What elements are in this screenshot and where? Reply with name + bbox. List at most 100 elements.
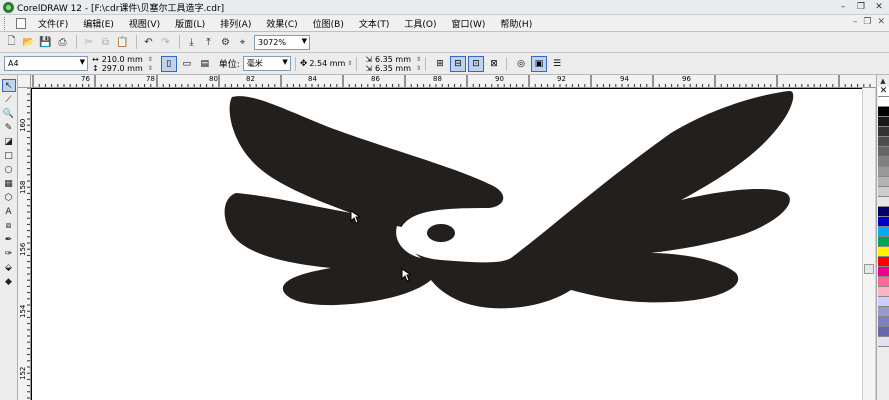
color-swatch[interactable] — [878, 107, 889, 117]
menu-text[interactable]: 文本(T) — [353, 17, 396, 30]
menu-arrange[interactable]: 排列(A) — [214, 17, 257, 30]
color-swatch[interactable] — [878, 207, 889, 217]
color-swatch[interactable] — [878, 147, 889, 157]
vertical-scrollbar[interactable] — [862, 88, 875, 400]
color-swatch[interactable] — [878, 187, 889, 197]
open-icon[interactable]: 📂 — [21, 35, 36, 50]
menu-window[interactable]: 窗口(W) — [446, 17, 492, 30]
print-icon[interactable]: ⎙ — [55, 35, 70, 50]
menu-edit[interactable]: 编辑(E) — [77, 17, 120, 30]
color-swatch[interactable] — [878, 267, 889, 277]
treat-as-filled-icon[interactable]: ◎ — [513, 56, 529, 72]
shape-tool-icon[interactable]: ⟋ — [2, 93, 16, 106]
pick-tool-icon[interactable]: ↖ — [1, 79, 16, 92]
eagle-shape[interactable] — [224, 90, 794, 309]
doc-close-icon[interactable]: ✕ — [877, 17, 885, 27]
color-swatch[interactable] — [878, 227, 889, 237]
application-launcher-icon[interactable]: ⚙ — [218, 35, 233, 50]
color-swatch[interactable] — [878, 217, 889, 227]
color-swatch[interactable] — [878, 237, 889, 247]
zoom-tool-icon[interactable]: 🔍 — [2, 107, 16, 120]
smart-fill-tool-icon[interactable]: ◪ — [2, 135, 16, 148]
outline-tool-icon[interactable]: ✑ — [2, 247, 16, 260]
menu-effects[interactable]: 效果(C) — [260, 17, 303, 30]
height-spinner-icon[interactable]: ⇕ — [148, 64, 153, 73]
width-spinner-icon[interactable]: ⇕ — [148, 55, 153, 64]
toolbar-grip[interactable] — [4, 16, 12, 30]
coreldraw-app-icon[interactable] — [3, 1, 14, 13]
interactive-blend-tool-icon[interactable]: ⧈ — [2, 219, 16, 232]
units-select[interactable]: 毫米 ▼ — [242, 56, 291, 71]
graph-paper-tool-icon[interactable]: ▦ — [2, 177, 16, 190]
zoom-level-select[interactable]: 3072% ▼ — [254, 34, 310, 50]
dup-y-spinner-icon[interactable]: ⇕ — [416, 64, 421, 73]
color-swatch[interactable] — [878, 177, 889, 187]
color-swatch[interactable] — [878, 197, 889, 207]
minimize-icon[interactable]: – — [835, 1, 851, 13]
copy-icon[interactable]: ⧉ — [98, 35, 113, 50]
color-swatch[interactable] — [878, 97, 889, 107]
text-tool-icon[interactable]: A — [2, 205, 16, 218]
horizontal-ruler[interactable]: 76 78 80 82 84 86 88 90 92 94 96 — [31, 75, 876, 88]
snap-to-grid-icon[interactable]: ⊞ — [432, 56, 448, 72]
duplicate-x-field[interactable]: 6.35 mm — [375, 55, 411, 64]
color-swatch[interactable] — [878, 287, 889, 297]
basic-shapes-tool-icon[interactable]: ⬡ — [2, 191, 16, 204]
snap-to-objects-icon[interactable]: ⊡ — [468, 55, 485, 72]
vertical-ruler[interactable]: 160 158 156 154 152 — [18, 88, 31, 400]
all-pages-button[interactable]: ▤ — [197, 56, 213, 72]
ellipse-tool-icon[interactable]: ○ — [2, 163, 16, 176]
drawing-canvas[interactable] — [31, 88, 862, 400]
restore-icon[interactable]: ❐ — [853, 1, 869, 13]
save-icon[interactable]: 💾 — [38, 35, 53, 50]
import-icon[interactable]: ⤓ — [184, 35, 199, 50]
snap-to-guidelines-icon[interactable]: ⊟ — [450, 55, 467, 72]
doc-minimize-icon[interactable]: – — [853, 17, 858, 27]
color-swatch[interactable] — [878, 317, 889, 327]
interactive-fill-tool-icon[interactable]: ◆ — [2, 275, 16, 288]
doc-restore-icon[interactable]: ❐ — [863, 17, 871, 27]
corel-online-icon[interactable]: ⌖ — [235, 35, 250, 50]
options-icon[interactable]: ▣ — [531, 55, 548, 72]
rectangle-tool-icon[interactable]: □ — [2, 149, 16, 162]
color-swatch[interactable] — [878, 337, 889, 347]
paper-size-select[interactable]: A4 ▼ — [4, 56, 88, 71]
export-icon[interactable]: ⤒ — [201, 35, 216, 50]
align-icon[interactable]: ☰ — [549, 56, 565, 72]
document-icon[interactable] — [16, 17, 26, 29]
color-swatch[interactable] — [878, 127, 889, 137]
fill-tool-icon[interactable]: ⬙ — [2, 261, 16, 274]
menu-file[interactable]: 文件(F) — [32, 17, 74, 30]
portrait-button[interactable]: ▯ — [160, 55, 177, 72]
eyedropper-tool-icon[interactable]: ✒ — [2, 233, 16, 246]
color-swatch[interactable] — [878, 137, 889, 147]
menu-tools[interactable]: 工具(O) — [398, 17, 442, 30]
eagle-artwork[interactable] — [31, 88, 862, 400]
no-fill-swatch[interactable]: ✕ — [878, 87, 889, 97]
color-swatch[interactable] — [878, 167, 889, 177]
duplicate-y-field[interactable]: 6.35 mm — [375, 64, 411, 73]
color-swatch[interactable] — [878, 117, 889, 127]
menu-bitmaps[interactable]: 位图(B) — [307, 17, 350, 30]
new-document-icon[interactable]: 🗋 — [4, 35, 19, 50]
freehand-tool-icon[interactable]: ✎ — [2, 121, 16, 134]
landscape-button[interactable]: ▭ — [179, 56, 195, 72]
dup-x-spinner-icon[interactable]: ⇕ — [416, 55, 421, 64]
undo-icon[interactable]: ↶ — [141, 35, 156, 50]
paper-width-field[interactable]: 210.0 mm — [102, 55, 143, 64]
color-swatch[interactable] — [878, 247, 889, 257]
ruler-corner[interactable] — [18, 75, 31, 88]
nudge-distance-field[interactable]: 2.54 mm — [309, 59, 345, 68]
color-swatch[interactable] — [878, 327, 889, 337]
close-icon[interactable]: ✕ — [871, 1, 887, 13]
scrollbar-thumb[interactable] — [864, 264, 874, 274]
menu-layout[interactable]: 版面(L) — [169, 17, 211, 30]
paper-height-field[interactable]: 297.0 mm — [102, 64, 143, 73]
dynamic-guides-icon[interactable]: ⊠ — [486, 56, 502, 72]
cut-icon[interactable]: ✂ — [81, 35, 96, 50]
menu-view[interactable]: 视图(V) — [123, 17, 166, 30]
nudge-spinner-icon[interactable]: ⇕ — [347, 60, 352, 67]
color-swatch[interactable] — [878, 307, 889, 317]
color-swatch[interactable] — [878, 277, 889, 287]
color-swatch[interactable] — [878, 257, 889, 267]
